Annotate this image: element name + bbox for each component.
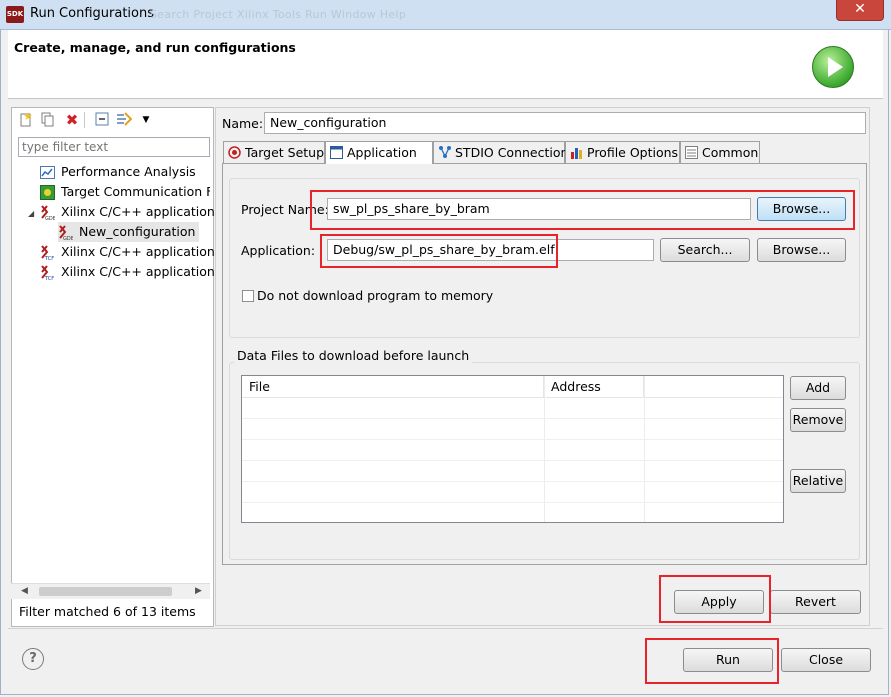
- project-name-field[interactable]: sw_pl_ps_share_by_bram: [327, 198, 751, 220]
- column-header-extra[interactable]: [644, 376, 783, 398]
- title-bar: SDK Run Configurations Search Project Xi…: [0, 0, 891, 30]
- dialog-header: Create, manage, and run configurations: [8, 30, 883, 99]
- common-icon: [685, 144, 698, 159]
- application-label: Application:: [241, 243, 316, 258]
- new-config-icon[interactable]: [18, 112, 34, 128]
- no-download-label: Do not download program to memory: [257, 288, 494, 303]
- table-row[interactable]: [242, 440, 783, 461]
- performance-icon: [40, 165, 55, 180]
- add-button[interactable]: Add: [790, 376, 846, 400]
- tab-common[interactable]: Common: [680, 141, 760, 163]
- revert-button[interactable]: Revert: [770, 590, 861, 614]
- tree-item-performance-analysis[interactable]: Performance Analysis: [40, 162, 196, 182]
- relative-button[interactable]: Relative: [790, 469, 846, 493]
- remove-button[interactable]: Remove: [790, 408, 846, 432]
- configuration-tree-panel: ✖ ▼ Performance Analysis Target Communic…: [11, 107, 215, 627]
- dialog-header-title: Create, manage, and run configurations: [14, 40, 296, 55]
- dropdown-icon[interactable]: ▼: [138, 112, 154, 128]
- application-icon: [330, 144, 343, 159]
- expand-arrow-icon[interactable]: ◢: [28, 204, 40, 222]
- name-field[interactable]: New_configuration: [264, 112, 866, 134]
- background-menu-ghost: Search Project Xilinx Tools Run Window H…: [150, 8, 407, 21]
- tree-item-label: Xilinx C/C++ application: [61, 204, 215, 219]
- tree-item-xilinx-gdb[interactable]: ◢ GDB Xilinx C/C++ application: [28, 202, 215, 222]
- svg-text:TCF: TCF: [44, 276, 54, 280]
- tcf-icon: [40, 185, 55, 200]
- toolbar-separator: [84, 112, 85, 128]
- tree-item-label: Target Communication Fr: [61, 184, 210, 199]
- table-row[interactable]: [242, 461, 783, 482]
- stdio-icon: [438, 144, 451, 158]
- scrollbar-thumb[interactable]: [39, 587, 172, 596]
- scroll-left-icon[interactable]: ◀: [21, 586, 28, 596]
- bottom-separator: [8, 628, 883, 629]
- tree-item-xilinx-tcf-2[interactable]: TCF Xilinx C/C++ application: [40, 262, 215, 282]
- table-row[interactable]: [242, 482, 783, 503]
- tree-item-label: Xilinx C/C++ application: [61, 264, 215, 279]
- xilinx-gdb-icon: GDB: [58, 225, 75, 242]
- no-download-checkbox[interactable]: [242, 290, 254, 302]
- tab-application[interactable]: Application: [325, 141, 433, 164]
- table-row[interactable]: [242, 503, 783, 523]
- tab-profile-options[interactable]: Profile Options: [565, 141, 680, 163]
- application-field[interactable]: Debug/sw_pl_ps_share_by_bram.elf: [327, 239, 654, 261]
- duplicate-icon[interactable]: [40, 112, 56, 128]
- filter-input[interactable]: [18, 137, 210, 157]
- project-name-label: Project Name:: [241, 202, 329, 217]
- help-icon[interactable]: ?: [22, 648, 44, 670]
- run-button[interactable]: Run: [683, 648, 773, 672]
- application-search-button[interactable]: Search...: [660, 238, 750, 262]
- table-row[interactable]: [242, 398, 783, 419]
- svg-text:GDB: GDB: [63, 236, 73, 240]
- data-files-legend: Data Files to download before launch: [234, 348, 473, 363]
- scroll-right-icon[interactable]: ▶: [195, 586, 202, 596]
- target-icon: [228, 144, 241, 159]
- filter-status-text: Filter matched 6 of 13 items: [19, 604, 196, 619]
- filter-icon[interactable]: [116, 112, 133, 128]
- xilinx-tcf-icon: TCF: [40, 245, 55, 262]
- column-header-file[interactable]: File: [242, 376, 544, 398]
- window-close-button[interactable]: ✕: [836, 0, 884, 21]
- tree-item-new-configuration[interactable]: GDB New_configuration: [58, 222, 200, 242]
- tree-item-label: Xilinx C/C++ application: [61, 244, 215, 259]
- delete-icon[interactable]: ✖: [64, 112, 80, 128]
- data-files-table[interactable]: File Address: [241, 375, 784, 523]
- apply-button[interactable]: Apply: [674, 590, 764, 614]
- column-header-address[interactable]: Address: [544, 376, 644, 398]
- tree-item-target-communication[interactable]: Target Communication Fr: [40, 182, 210, 202]
- close-button[interactable]: Close: [781, 648, 871, 672]
- tree-item-label: Performance Analysis: [61, 164, 196, 179]
- sdk-app-icon: SDK: [6, 6, 24, 23]
- profile-icon: [570, 144, 583, 159]
- table-row[interactable]: [242, 419, 783, 440]
- tree-horizontal-scrollbar[interactable]: ◀ ▶: [11, 583, 210, 599]
- project-browse-button[interactable]: Browse...: [757, 197, 846, 221]
- application-browse-button[interactable]: Browse...: [757, 238, 846, 262]
- tree-item-xilinx-tcf-1[interactable]: TCF Xilinx C/C++ application: [40, 242, 215, 262]
- window-title: Run Configurations: [30, 6, 154, 21]
- name-label: Name:: [222, 116, 264, 131]
- xilinx-tcf-icon: TCF: [40, 265, 55, 282]
- svg-text:GDB: GDB: [45, 216, 55, 220]
- run-banner-icon: [812, 46, 854, 88]
- svg-text:TCF: TCF: [44, 256, 54, 260]
- tab-stdio-connection[interactable]: STDIO Connection: [433, 141, 568, 163]
- tab-target-setup[interactable]: Target Setup: [223, 141, 325, 163]
- collapse-all-icon[interactable]: [94, 112, 110, 128]
- tree-item-label: New_configuration: [79, 224, 196, 239]
- xilinx-gdb-icon: GDB: [40, 205, 57, 222]
